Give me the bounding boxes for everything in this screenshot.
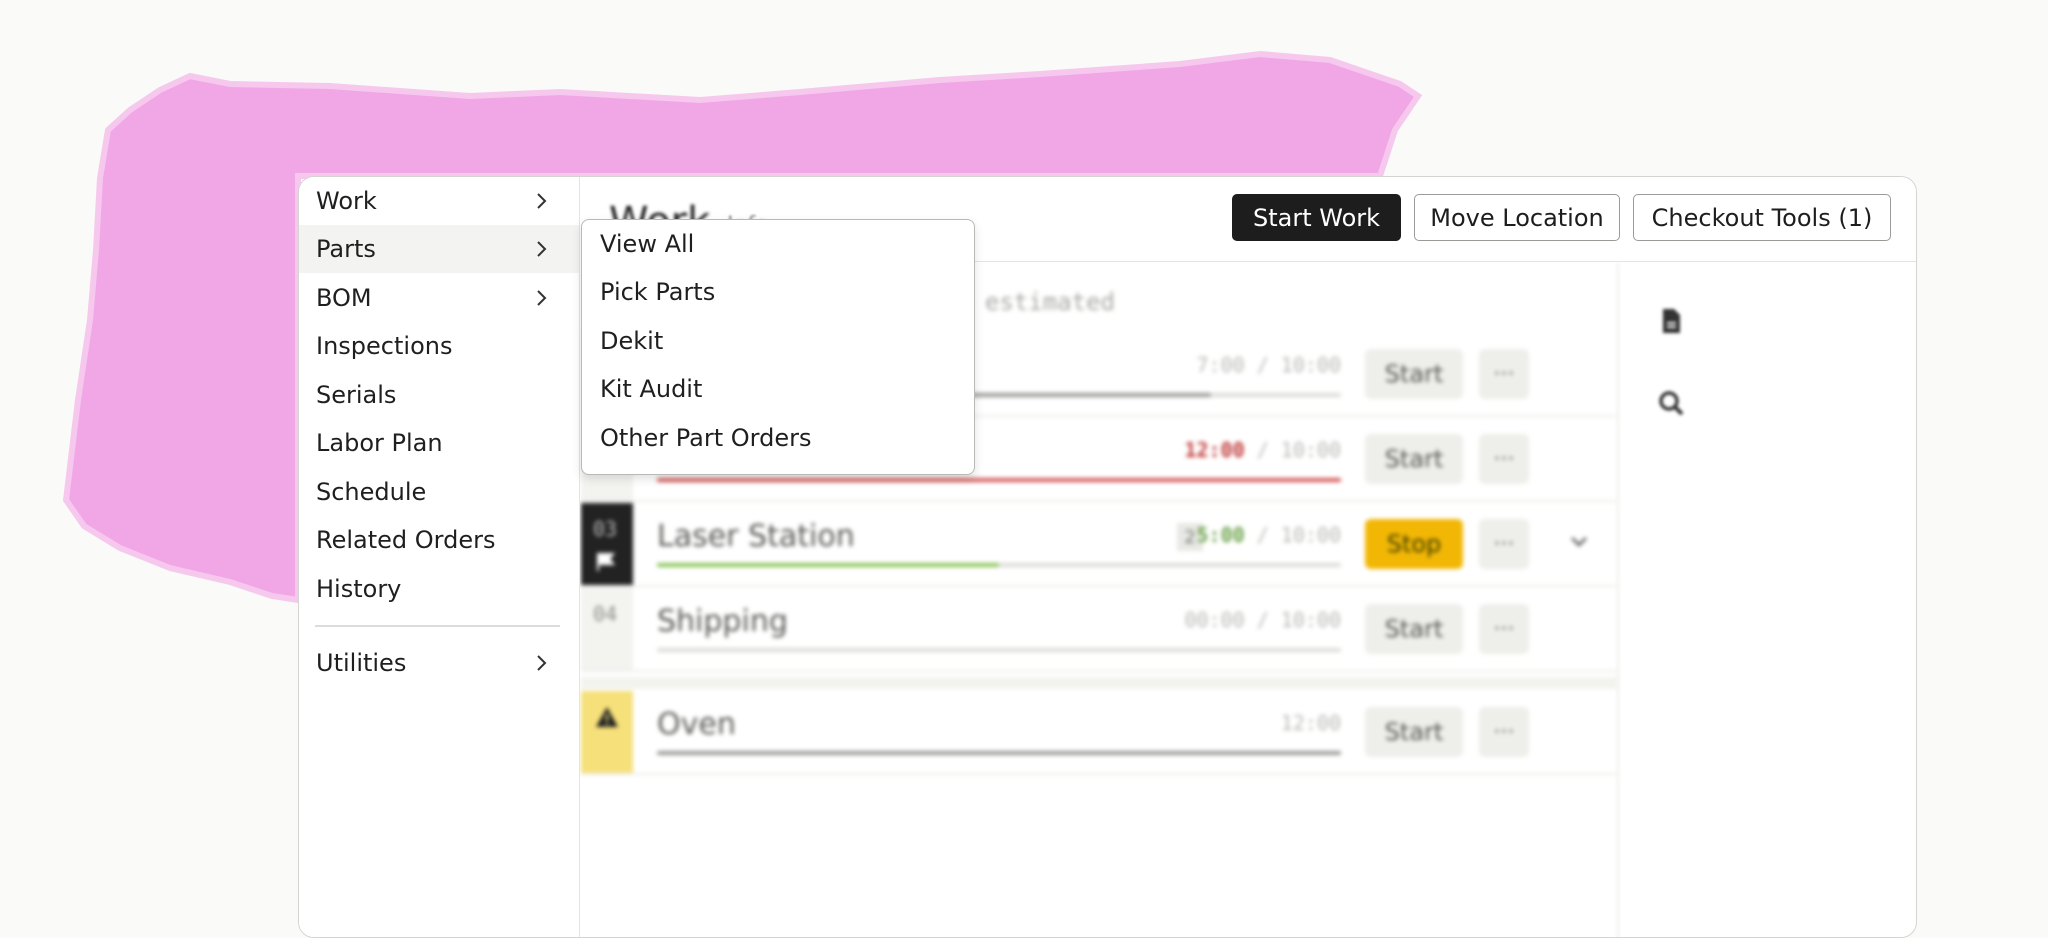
chevron-right-icon [537, 193, 547, 209]
estimated-summary: 0 estimated [956, 288, 1115, 316]
operation-time: 5:00 / 10:00 [1196, 523, 1341, 547]
sidebar-item-label: Labor Plan [316, 429, 443, 457]
start-button[interactable]: Start [1365, 604, 1463, 654]
operation-time: 00:00 / 10:00 [1184, 608, 1341, 632]
operation-name: Shipping [657, 604, 788, 639]
submenu-item-other-part-orders[interactable]: Other Part Orders [582, 414, 974, 462]
more-button[interactable]: ··· [1479, 707, 1529, 757]
operation-time: 7:00 / 10:00 [1196, 353, 1341, 377]
start-work-button[interactable]: Start Work [1232, 194, 1401, 241]
operation-progress [657, 648, 1341, 652]
sidebar-item-label: Schedule [316, 478, 427, 506]
sidebar: Work Parts BOM Inspections Serials Labor… [299, 177, 580, 937]
parts-submenu: View All Pick Parts Dekit Kit Audit Othe… [581, 219, 975, 475]
submenu-item-kit-audit[interactable]: Kit Audit [582, 365, 974, 413]
document-icon[interactable] [1657, 307, 1685, 335]
sidebar-item-label: Parts [316, 235, 376, 263]
stop-button[interactable]: Stop [1365, 519, 1463, 569]
chevron-right-icon [537, 241, 547, 257]
sidebar-divider [315, 625, 560, 627]
operation-progress-fill [657, 563, 999, 567]
operation-number: 04 [593, 602, 618, 626]
operation-row[interactable]: Oven 12:00 Start ··· [581, 691, 1617, 775]
flag-icon [597, 553, 616, 571]
operation-strip: 04 [581, 588, 633, 670]
sidebar-item-label: History [316, 575, 402, 603]
sidebar-item-label: Inspections [316, 332, 453, 360]
operation-progress [657, 563, 1341, 567]
more-button[interactable]: ··· [1479, 434, 1529, 484]
sidebar-item-history[interactable]: History [299, 565, 579, 613]
operation-strip [581, 691, 633, 773]
submenu-item-dekit[interactable]: Dekit [582, 317, 974, 365]
sidebar-item-labor-plan[interactable]: Labor Plan [299, 419, 579, 467]
chevron-right-icon [537, 290, 547, 306]
sidebar-item-related-orders[interactable]: Related Orders [299, 516, 579, 564]
sidebar-item-inspections[interactable]: Inspections [299, 322, 579, 370]
more-button[interactable]: ··· [1479, 349, 1529, 399]
sidebar-item-work[interactable]: Work [299, 177, 579, 225]
zoom-icon[interactable] [1657, 389, 1685, 417]
operation-number: 03 [593, 517, 618, 541]
sidebar-item-label: Related Orders [316, 526, 496, 554]
sidebar-item-label: Work [316, 187, 377, 215]
start-button[interactable]: Start [1365, 707, 1463, 757]
sidebar-item-label: BOM [316, 284, 372, 312]
operation-row[interactable]: 03 Laser Station 2 5:00 / 10:00 Stop ··· [581, 503, 1617, 587]
sidebar-item-label: Utilities [316, 649, 407, 677]
sidebar-item-utilities[interactable]: Utilities [299, 639, 579, 687]
operation-progress [657, 751, 1341, 755]
sidebar-item-bom[interactable]: BOM [299, 274, 579, 322]
checkout-tools-button[interactable]: Checkout Tools (1) [1633, 194, 1891, 241]
warning-icon [596, 707, 618, 727]
right-rail [1617, 263, 1719, 937]
start-button[interactable]: Start [1365, 434, 1463, 484]
operation-row[interactable]: 04 Shipping 00:00 / 10:00 Start ··· [581, 588, 1617, 672]
operation-progress-fill [657, 751, 1341, 755]
app-window: Work Parts BOM Inspections Serials Labor… [298, 176, 1917, 938]
operation-time: 12:00 / 10:00 [1184, 438, 1341, 462]
submenu-item-view-all[interactable]: View All [582, 220, 974, 268]
more-button[interactable]: ··· [1479, 604, 1529, 654]
chevron-down-icon[interactable] [1567, 529, 1591, 553]
submenu-item-pick-parts[interactable]: Pick Parts [582, 268, 974, 316]
chevron-right-icon [537, 655, 547, 671]
operation-time: 12:00 [1280, 711, 1341, 735]
sidebar-item-label: Serials [316, 381, 397, 409]
start-button[interactable]: Start [1365, 349, 1463, 399]
sidebar-item-schedule[interactable]: Schedule [299, 468, 579, 516]
sidebar-item-parts[interactable]: Parts [299, 225, 579, 273]
operation-strip: 03 [581, 503, 633, 585]
operation-progress-fill [657, 478, 1341, 482]
operation-name: Oven [657, 707, 736, 742]
group-separator [581, 677, 1617, 689]
move-location-button[interactable]: Move Location [1414, 194, 1620, 241]
operation-progress [657, 478, 1341, 482]
more-button[interactable]: ··· [1479, 519, 1529, 569]
sidebar-item-serials[interactable]: Serials [299, 371, 579, 419]
operation-name: Laser Station [657, 519, 855, 554]
